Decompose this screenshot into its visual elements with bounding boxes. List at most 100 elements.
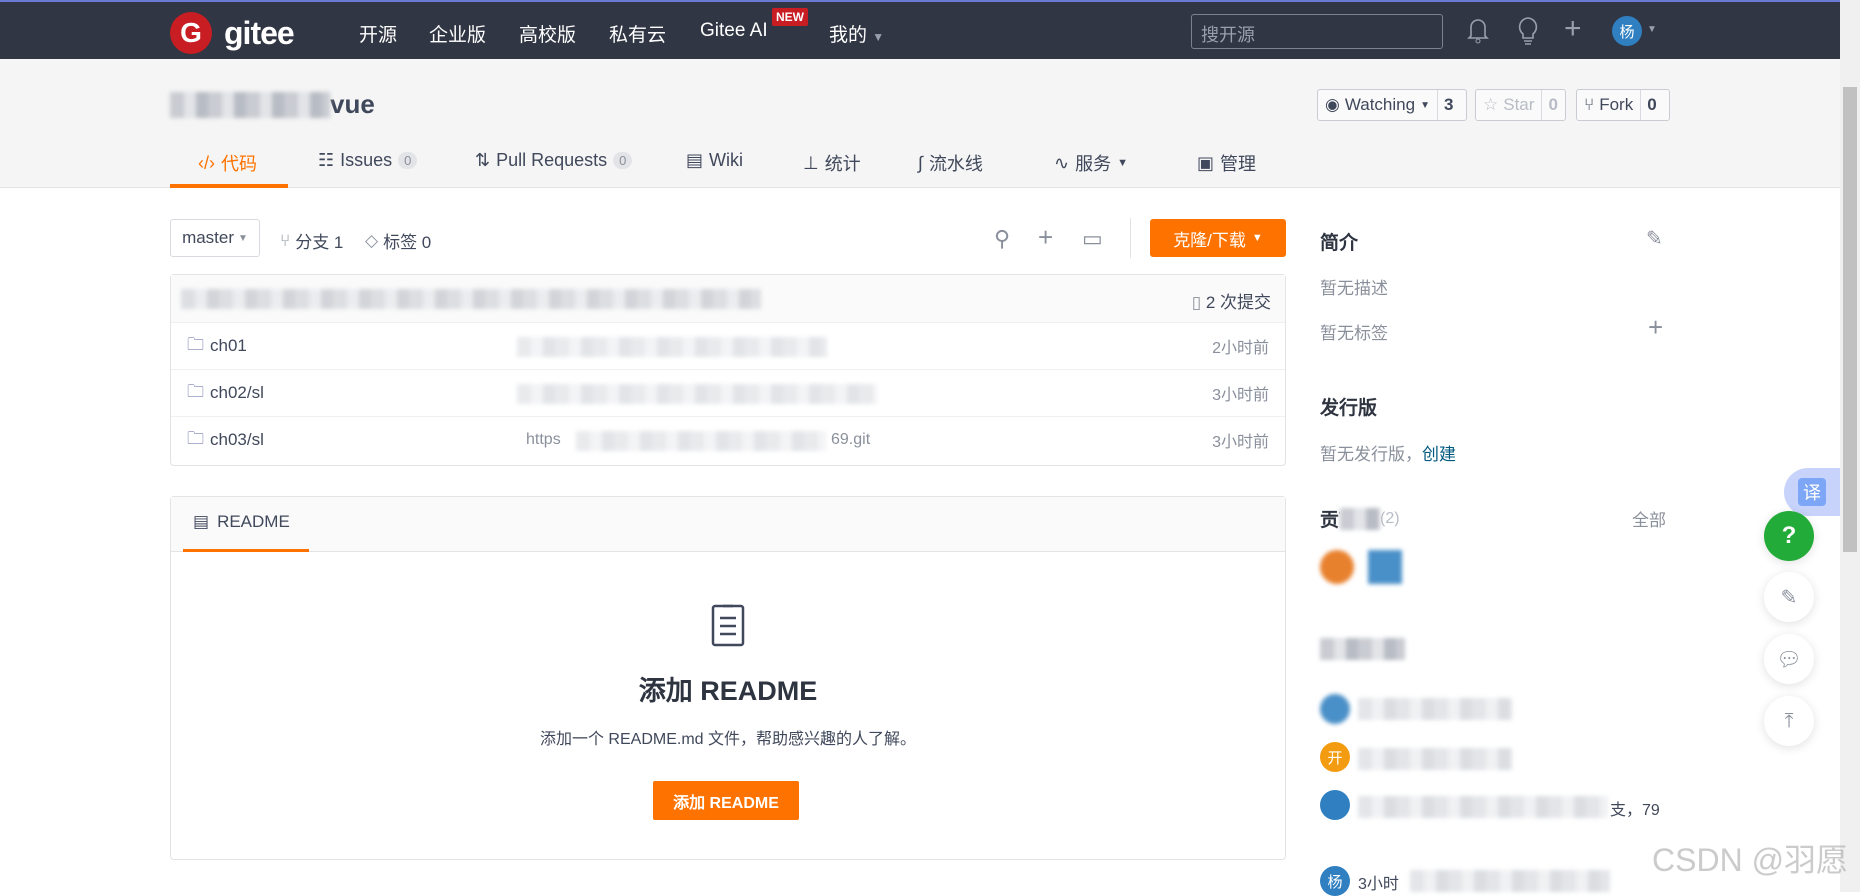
tab-services[interactable]: ∿ 服务 ▼ [1054,150,1128,176]
activity-text: 支，79 [1610,802,1660,819]
file-row[interactable]: 🗀 ch01 2小时前 [171,322,1285,369]
file-row[interactable]: 🗀 ch03/sl https 69.git 3小时前 [171,416,1285,463]
activity-avatar [1320,790,1350,820]
tab-issues[interactable]: ☷ Issues 0 [318,150,418,171]
comment-button[interactable]: 💬︎ [1764,634,1814,684]
branch-select[interactable]: master ▼ [170,219,260,257]
issues-icon: ☷ [318,150,335,170]
star-icon: ☆ [1483,95,1499,114]
tab-label: Pull Requests [496,150,608,170]
commit-msg-end: 69.git [831,431,871,448]
repo-name[interactable]: vue [170,89,375,120]
code-icon: ‹/› [198,152,215,173]
document-icon: ▤ [193,512,210,531]
tag-icon: ◇ [365,230,379,250]
file-name[interactable]: 🗀 ch01 [187,332,247,361]
add-readme-button[interactable]: 添加 README [653,781,799,820]
folder-name: ch01 [210,336,247,355]
redacted [1340,507,1380,530]
branches-link[interactable]: ⑂ 分支 1 [280,228,343,253]
tab-stats[interactable]: ⊥ 统计 [803,150,861,176]
tab-code[interactable]: ‹/› 代码 [198,150,257,176]
search-icon[interactable]: ⚲ [994,226,1010,252]
commit-msg-start: https [526,431,561,448]
tab-pull-requests[interactable]: ⇅ Pull Requests 0 [475,150,633,171]
no-tags: 暂无标签 [1320,324,1388,343]
tab-label: 流水线 [928,154,983,174]
file-time: 2小时前 [1212,340,1269,357]
pull-request-icon: ⇅ [475,150,491,170]
fork-button[interactable]: ⑂ Fork 0 [1576,89,1670,121]
feedback-edit-button[interactable]: ✎ [1764,572,1814,622]
star-button[interactable]: ☆ Star 0 [1475,89,1566,121]
plus-icon[interactable]: + [1038,222,1053,253]
logo-icon: G [170,12,212,54]
commit-icon: ▯ [1191,293,1202,312]
nav-mine[interactable]: 我的 ▼ [829,20,884,47]
readme-tab[interactable]: ▤ README [193,512,290,532]
bell-icon[interactable] [1466,16,1490,51]
chevron-down-icon: ▼ [1117,157,1128,169]
watch-button[interactable]: ◉ Watching ▼ 3 [1317,89,1467,121]
chevron-down-icon[interactable]: ▼ [1647,24,1657,35]
lightbulb-icon[interactable] [1516,16,1540,53]
tab-wiki[interactable]: ▤ Wiki [686,150,743,171]
fork-count: 0 [1640,90,1662,120]
issues-count: 0 [398,152,418,169]
repo-name-text: vue [330,89,375,119]
tab-label: Issues [340,150,393,170]
edit-icon[interactable]: ✎ [1646,226,1663,251]
file-row[interactable]: 🗀 ch02/sl 3小时前 [171,369,1285,416]
fork-text: Fork [1599,95,1634,114]
nav-open-source[interactable]: 开源 [359,20,397,47]
translate-icon: 译 [1798,478,1826,506]
activity-avatar: 开 [1320,742,1350,772]
pulse-icon: ∿ [1054,152,1070,173]
chevron-down-icon: ▼ [1420,99,1430,111]
search-input[interactable]: 搜开源 [1191,14,1443,49]
nav-mine-label: 我的 [829,25,868,46]
tab-label: 代码 [221,154,257,174]
help-button[interactable]: ? [1764,511,1814,561]
contributor-avatar[interactable] [1320,550,1354,584]
tab-pipeline[interactable]: ∫ 流水线 [918,150,983,176]
commit-count[interactable]: ▯ 2 次提交 [1192,288,1271,313]
chevron-down-icon: ▼ [872,30,885,44]
user-avatar[interactable]: 杨 [1612,16,1642,46]
plus-icon[interactable]: + [1564,12,1582,46]
create-release-link[interactable]: 创建 [1422,445,1456,464]
contributor-avatar[interactable] [1368,550,1402,584]
activity-text: 3小时 [1358,876,1399,893]
readme-tab-bar: ▤ README [171,497,1285,552]
scrollbar-thumb[interactable] [1843,87,1857,552]
manage-icon: ▣ [1197,152,1215,173]
folder-name: ch03/sl [210,430,264,449]
readme-empty-title: 添加 README [638,676,818,706]
latest-commit-row: ▯ 2 次提交 [171,275,1285,322]
back-to-top-button[interactable]: ⤒ [1764,696,1814,746]
top-navbar: G gitee 开源 企业版 高校版 私有云 Gitee AI NEW 我的 ▼… [0,0,1840,59]
clone-label: 克隆/下载 [1173,230,1246,250]
commit-count-text: 2 次提交 [1205,293,1271,312]
nav-enterprise[interactable]: 企业版 [429,20,486,47]
readme-panel: ▤ README 添加 README 添加一个 README.md 文件，帮助感兴… [170,496,1286,860]
watch-text: Watching [1344,95,1416,114]
file-list: ▯ 2 次提交 🗀 ch01 2小时前 🗀 ch02/sl 3小时前 🗀 ch03/s… [170,274,1286,466]
nav-private-cloud[interactable]: 私有云 [609,20,666,47]
monitor-icon[interactable]: ▭ [1082,226,1103,252]
intro-heading: 简介 [1320,233,1359,254]
clone-download-button[interactable]: 克隆/下载 ▼ [1150,219,1286,257]
gitee-logo[interactable]: G gitee [170,12,295,54]
file-name[interactable]: 🗀 ch02/sl [187,379,264,408]
all-contributors-link[interactable]: 全部 [1632,506,1666,531]
file-name[interactable]: 🗀 ch03/sl [187,426,264,455]
translate-button[interactable]: 译 [1784,468,1840,516]
add-tag-icon[interactable]: + [1648,312,1663,343]
no-release: 暂无发行版，创建 [1320,440,1456,465]
tab-manage[interactable]: ▣ 管理 [1197,150,1256,176]
tags-link[interactable]: ◇ 标签 0 [365,228,431,253]
redacted-msg [517,384,877,404]
nav-gitee-ai[interactable]: Gitee AI [700,20,768,42]
nav-education[interactable]: 高校版 [519,20,576,47]
folder-name: ch02/sl [210,383,264,402]
